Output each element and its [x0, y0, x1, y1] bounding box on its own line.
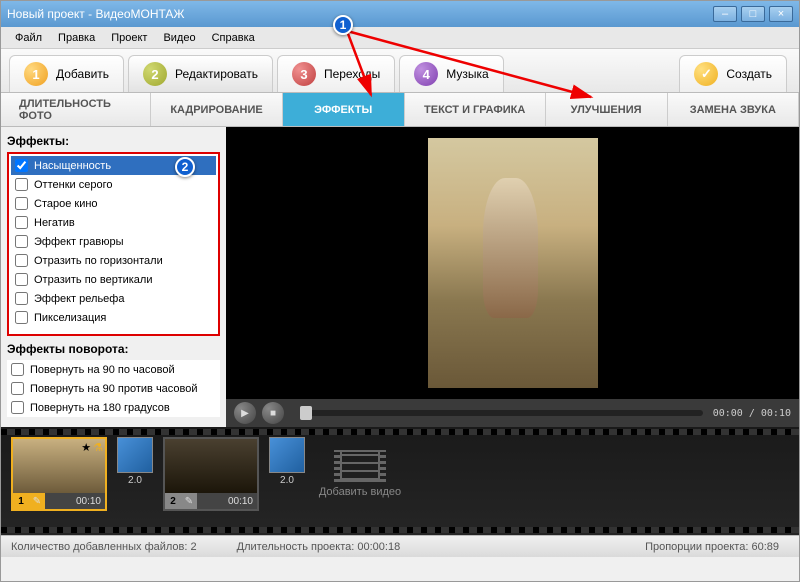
add-video-label: Добавить видео: [319, 486, 401, 498]
seek-track[interactable]: [300, 410, 703, 416]
clip-thumbnail: [165, 439, 257, 495]
rotation-checkbox[interactable]: [11, 382, 24, 395]
preview-photo: [428, 138, 598, 388]
clip-number: 2: [165, 493, 181, 509]
effect-checkbox[interactable]: [15, 216, 28, 229]
transition-icon: [269, 437, 305, 473]
effect-grayscale[interactable]: Оттенки серого: [11, 175, 216, 194]
rotation-list: Повернуть на 90 по часовой Повернуть на …: [7, 360, 220, 417]
effects-list[interactable]: Насыщенность Оттенки серого Старое кино …: [11, 156, 216, 332]
effect-engraving[interactable]: Эффект гравюры: [11, 232, 216, 251]
star-icon: ★: [81, 441, 91, 454]
window-title: Новый проект - ВидеоМОНТАЖ: [7, 7, 185, 21]
step-check-icon: ✓: [694, 62, 718, 86]
effect-checkbox[interactable]: [15, 273, 28, 286]
effect-checkbox[interactable]: [15, 254, 28, 267]
menu-file[interactable]: Файл: [7, 30, 50, 46]
pencil-icon[interactable]: ✎: [181, 493, 197, 509]
menu-video[interactable]: Видео: [155, 30, 203, 46]
step-edit[interactable]: 2Редактировать: [128, 55, 273, 92]
clip-duration: 00:10: [228, 496, 257, 507]
rotation-checkbox[interactable]: [11, 401, 24, 414]
window-titlebar: Новый проект - ВидеоМОНТАЖ – □ ×: [1, 1, 799, 27]
effect-checkbox[interactable]: [15, 235, 28, 248]
effects-title: Эффекты:: [7, 134, 220, 148]
subtab-duration[interactable]: ДЛИТЕЛЬНОСТЬ ФОТО: [1, 93, 151, 126]
effect-old-film[interactable]: Старое кино: [11, 194, 216, 213]
rotate-90-ccw[interactable]: Повернуть на 90 против часовой: [7, 379, 220, 398]
minimize-button[interactable]: –: [713, 6, 737, 22]
timeline-clip-2[interactable]: 2✎ 00:10: [163, 437, 259, 511]
subtab-crop[interactable]: КАДРИРОВАНИЕ: [151, 93, 282, 126]
callout-2: 2: [175, 157, 195, 177]
flask-icon: ⚗: [93, 441, 103, 454]
effects-list-box: Насыщенность Оттенки серого Старое кино …: [7, 152, 220, 336]
effect-checkbox[interactable]: [15, 197, 28, 210]
film-icon: [340, 450, 380, 482]
status-ratio: Пропорции проекта: 60:89: [645, 541, 779, 553]
transition-icon: [117, 437, 153, 473]
subtab-audio[interactable]: ЗАМЕНА ЗВУКА: [668, 93, 799, 126]
tutorial-arrow-1: [341, 25, 641, 115]
transition-duration: 2.0: [128, 475, 142, 486]
callout-1: 1: [333, 15, 353, 35]
effect-flip-h[interactable]: Отразить по горизонтали: [11, 251, 216, 270]
effect-checkbox[interactable]: [15, 311, 28, 324]
preview-area: ▶ ■ 00:00 / 00:10: [226, 127, 799, 427]
status-bar: Количество добавленных файлов: 2 Длитель…: [1, 535, 799, 557]
maximize-button[interactable]: □: [741, 6, 765, 22]
timeline[interactable]: ★⚗ 1✎00:10 2.0 2✎00:10 2.0 Добавить виде…: [1, 427, 799, 535]
clip-duration: 00:10: [76, 496, 105, 507]
rotation-title: Эффекты поворота:: [7, 342, 220, 356]
clip-number: 1: [13, 493, 29, 509]
time-label: 00:00 / 00:10: [713, 408, 791, 419]
effect-negative[interactable]: Негатив: [11, 213, 216, 232]
rotate-180[interactable]: Повернуть на 180 градусов: [7, 398, 220, 417]
menu-help[interactable]: Справка: [204, 30, 263, 46]
step-1-icon: 1: [24, 62, 48, 86]
close-button[interactable]: ×: [769, 6, 793, 22]
effect-checkbox[interactable]: [15, 292, 28, 305]
effect-pixelate[interactable]: Пикселизация: [11, 308, 216, 327]
timeline-transition-2[interactable]: 2.0: [267, 437, 307, 489]
step-2-icon: 2: [143, 62, 167, 86]
play-button[interactable]: ▶: [234, 402, 256, 424]
status-duration: Длительность проекта: 00:00:18: [237, 541, 401, 553]
effect-relief[interactable]: Эффект рельефа: [11, 289, 216, 308]
seek-thumb[interactable]: [300, 406, 312, 420]
rotate-90-cw[interactable]: Повернуть на 90 по часовой: [7, 360, 220, 379]
stop-button[interactable]: ■: [262, 402, 284, 424]
pencil-icon[interactable]: ✎: [29, 493, 45, 509]
transition-duration: 2.0: [280, 475, 294, 486]
preview-image: [226, 127, 799, 399]
timeline-transition-1[interactable]: 2.0: [115, 437, 155, 489]
timeline-clip-1[interactable]: ★⚗ 1✎ 00:10: [11, 437, 107, 511]
add-video-button[interactable]: Добавить видео: [315, 437, 405, 511]
menu-project[interactable]: Проект: [103, 30, 155, 46]
rotation-checkbox[interactable]: [11, 363, 24, 376]
effect-flip-v[interactable]: Отразить по вертикали: [11, 270, 216, 289]
effect-checkbox[interactable]: [15, 178, 28, 191]
status-files: Количество добавленных файлов: 2: [11, 541, 197, 553]
menu-edit[interactable]: Правка: [50, 30, 103, 46]
step-3-icon: 3: [292, 62, 316, 86]
step-create[interactable]: ✓Создать: [679, 55, 787, 92]
player-bar: ▶ ■ 00:00 / 00:10: [226, 399, 799, 427]
clip-badges: ★⚗: [81, 441, 103, 454]
effect-checkbox[interactable]: [15, 159, 28, 172]
step-add[interactable]: 1Добавить: [9, 55, 124, 92]
